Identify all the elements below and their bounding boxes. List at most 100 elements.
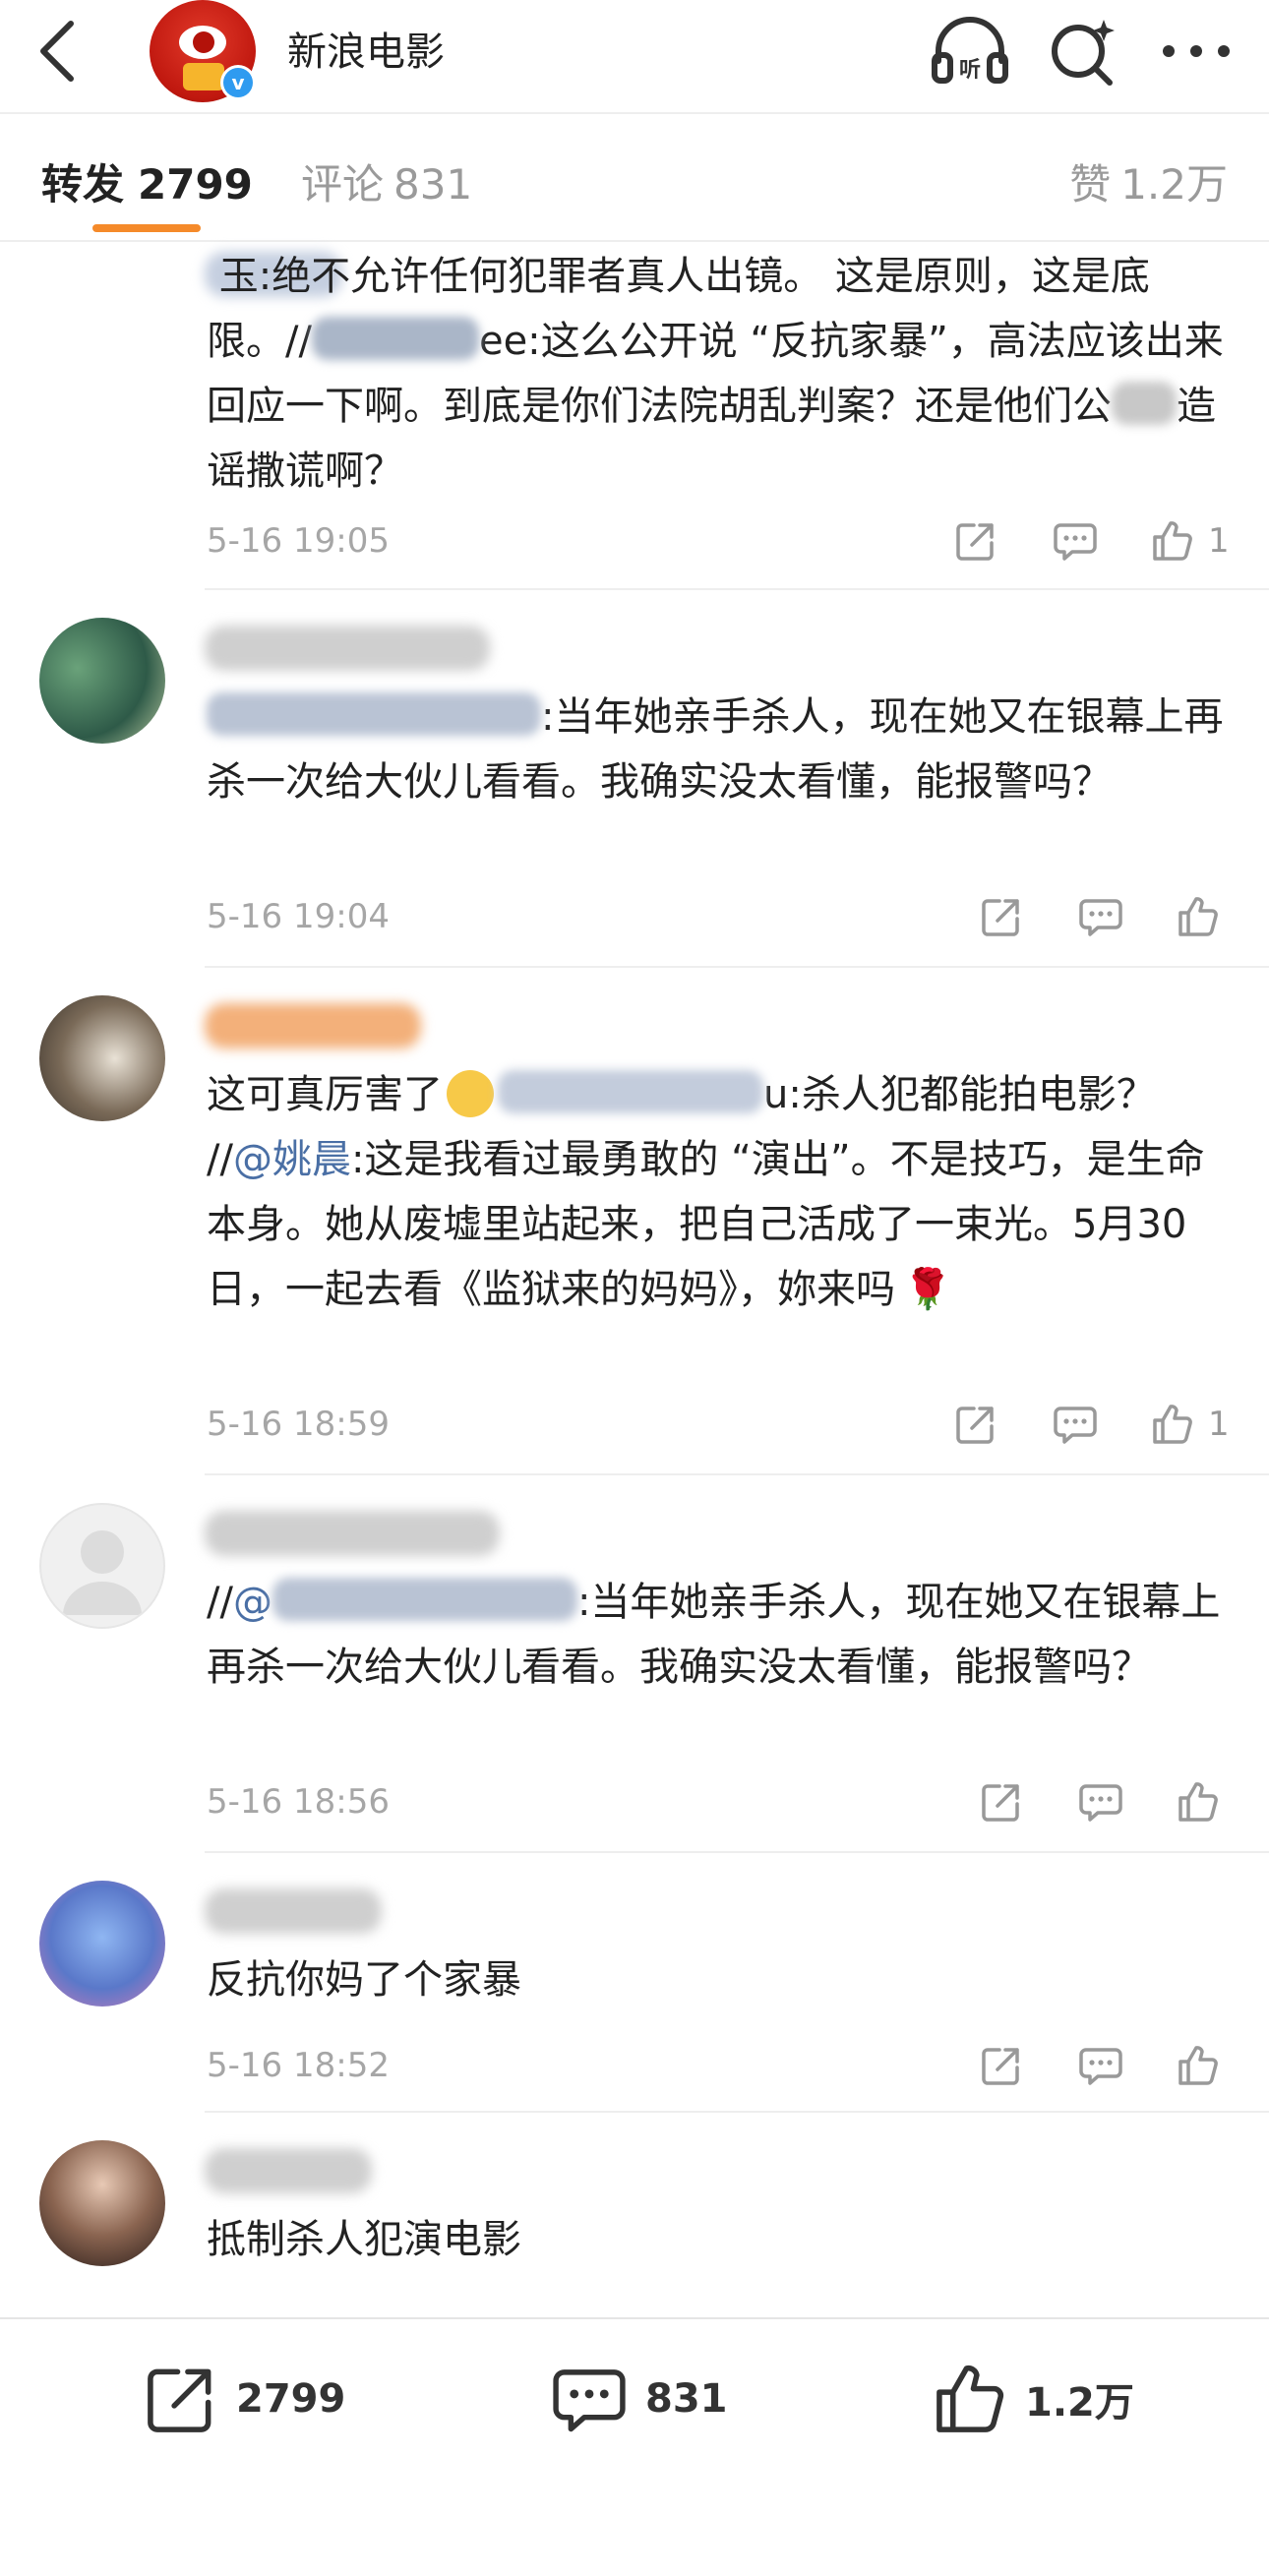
comment-icon <box>1079 1784 1122 1822</box>
bottom-repost-button[interactable]: 2799 <box>144 2355 345 2443</box>
like-button[interactable]: 1 <box>1151 1395 1230 1454</box>
tab-bar: 转发 2799 评论 831 赞 1.2万 <box>0 116 1269 242</box>
repost-button[interactable] <box>980 887 1023 946</box>
repost-item[interactable]: :当年她亲手杀人，现在她又在银幕上再杀一次给大伙儿看看。我确实没太看懂，能报警吗… <box>0 590 1269 968</box>
default-user-icon <box>63 1530 142 1615</box>
bottom-like-button[interactable]: 1.2万 <box>933 2355 1134 2443</box>
tab-comments[interactable]: 评论 831 <box>301 151 472 211</box>
search-button[interactable] <box>1047 16 1118 87</box>
tab-likes-label: 赞 <box>1069 160 1112 209</box>
comment-button[interactable] <box>1078 1772 1123 1831</box>
mention-blurred[interactable] <box>311 317 479 360</box>
repost-text: 反抗你妈了个家暴 <box>207 1957 521 2003</box>
tab-reposts-count: 2799 <box>138 160 253 209</box>
username-blurred[interactable] <box>205 2148 372 2193</box>
mention-blurred[interactable] <box>498 1070 763 1113</box>
tab-likes[interactable]: 赞 1.2万 <box>1069 151 1228 211</box>
account-name[interactable]: 新浪电影 <box>287 20 445 77</box>
chevron-left-icon <box>40 21 74 82</box>
like-button[interactable] <box>1177 887 1220 946</box>
user-avatar[interactable] <box>39 995 165 1121</box>
repost-text: :当年她亲手杀人，现在她又在银幕上再杀一次给大伙儿看看。我确实没太看懂，能报警吗… <box>207 685 1230 814</box>
thumbs-up-icon <box>1153 521 1192 561</box>
like-button[interactable] <box>1177 2036 1220 2095</box>
rose-emoji-icon: 🌹 <box>903 1267 952 1312</box>
thumbs-up-icon <box>937 2365 1004 2432</box>
top-nav-bar: v 新浪电影 听 <box>0 0 1269 114</box>
mention-link[interactable]: @ <box>233 1580 272 1625</box>
share-icon <box>982 2048 1019 2085</box>
user-avatar[interactable] <box>39 1881 165 2007</box>
repost-text: 玉:绝不允许任何犯罪者真人出镜。 这是原则，这是底限。//ee:这么公开说 “反… <box>207 244 1230 504</box>
comment-icon <box>1079 2048 1122 2085</box>
like-count: 1 <box>1208 521 1230 561</box>
item-actions: 1 <box>925 1395 1239 1454</box>
share-icon <box>982 1784 1019 1822</box>
repost-button[interactable] <box>980 2036 1023 2095</box>
tab-comments-label: 评论 <box>301 160 385 209</box>
back-button[interactable] <box>28 14 87 89</box>
timestamp: 5-16 18:59 <box>207 1405 390 1444</box>
repost-item[interactable]: 这可真厉害了 u:杀人犯都能拍电影？ //@姚晨:这是我看过最勇敢的 “演出”。不… <box>0 968 1269 1475</box>
repost-text-part: :这是我看过最勇敢的 “演出”。不是技巧，是生命本身。她从废墟里站起来，把自己活… <box>207 1137 1205 1312</box>
item-actions <box>925 1772 1239 1831</box>
share-icon <box>956 523 994 561</box>
tab-likes-count: 1.2万 <box>1120 160 1228 209</box>
username-blurred[interactable] <box>205 1511 500 1556</box>
tab-reposts[interactable]: 转发 2799 <box>41 151 253 211</box>
comment-icon <box>1079 899 1122 936</box>
more-options-button[interactable] <box>1155 16 1238 87</box>
user-avatar[interactable] <box>39 2140 165 2266</box>
repost-text-part: // <box>207 1580 233 1625</box>
listen-button[interactable]: 听 <box>929 16 1011 87</box>
bottom-comment-count: 831 <box>645 2376 728 2422</box>
text-blurred <box>1112 382 1177 425</box>
tab-comments-count: 831 <box>393 160 473 209</box>
item-actions <box>925 2036 1239 2095</box>
item-actions <box>925 887 1239 946</box>
username-blurred[interactable] <box>205 626 490 671</box>
comment-icon <box>553 2369 626 2432</box>
comment-button[interactable] <box>1078 887 1123 946</box>
headphones-icon: 听 <box>932 17 1008 84</box>
comment-icon <box>1054 523 1097 561</box>
mention-blurred[interactable] <box>207 692 541 736</box>
search-sparkle-icon <box>1052 20 1115 86</box>
comment-button[interactable] <box>1053 1395 1098 1454</box>
repost-item[interactable]: //@:当年她亲手杀人，现在她又在银幕上再杀一次给大伙儿看看。我确实没太看懂，能… <box>0 1475 1269 1853</box>
thumbs-up-icon <box>1178 2046 1218 2085</box>
comment-button[interactable] <box>1078 2036 1123 2095</box>
bottom-action-bar: 2799 831 1.2万 <box>0 2317 1269 2576</box>
share-icon <box>148 2368 212 2432</box>
repost-text: 抵制杀人犯演电影 <box>207 2217 521 2262</box>
thumbs-up-icon <box>1178 1782 1218 1822</box>
timestamp: 5-16 18:52 <box>207 2046 390 2085</box>
bottom-comment-button[interactable]: 831 <box>551 2355 728 2443</box>
repost-item[interactable]: 抵制杀人犯演电影 <box>0 2113 1269 2317</box>
like-button[interactable] <box>1177 1772 1220 1831</box>
mention-blurred[interactable] <box>272 1578 577 1621</box>
repost-text-part: 这可真厉害了 <box>207 1072 443 1117</box>
active-tab-indicator <box>92 224 201 232</box>
like-button[interactable]: 1 <box>1151 511 1230 570</box>
repost-button[interactable] <box>980 1772 1023 1831</box>
thumbs-up-icon <box>1178 897 1218 936</box>
repost-item[interactable]: 反抗你妈了个家暴 5-16 18:52 <box>0 1853 1269 2113</box>
repost-item[interactable]: 玉:绝不允许任何犯罪者真人出镜。 这是原则，这是底限。//ee:这么公开说 “反… <box>0 244 1269 590</box>
comment-icon <box>1054 1407 1097 1444</box>
timestamp: 5-16 18:56 <box>207 1782 390 1822</box>
repost-button[interactable] <box>954 511 997 570</box>
svg-text:听: 听 <box>959 58 981 83</box>
timestamp: 5-16 19:05 <box>207 521 390 561</box>
mention-link[interactable]: @姚晨 <box>233 1137 351 1182</box>
username-blurred[interactable] <box>205 1003 421 1048</box>
more-dots-icon <box>1163 45 1230 57</box>
username-blurred[interactable] <box>205 1888 382 1934</box>
verified-badge-icon: v <box>220 65 256 100</box>
user-avatar-default[interactable] <box>39 1503 165 1629</box>
comment-button[interactable] <box>1053 511 1098 570</box>
bottom-repost-count: 2799 <box>236 2376 346 2422</box>
repost-button[interactable] <box>954 1395 997 1454</box>
bottom-like-count: 1.2万 <box>1025 2380 1134 2426</box>
user-avatar[interactable] <box>39 618 165 744</box>
